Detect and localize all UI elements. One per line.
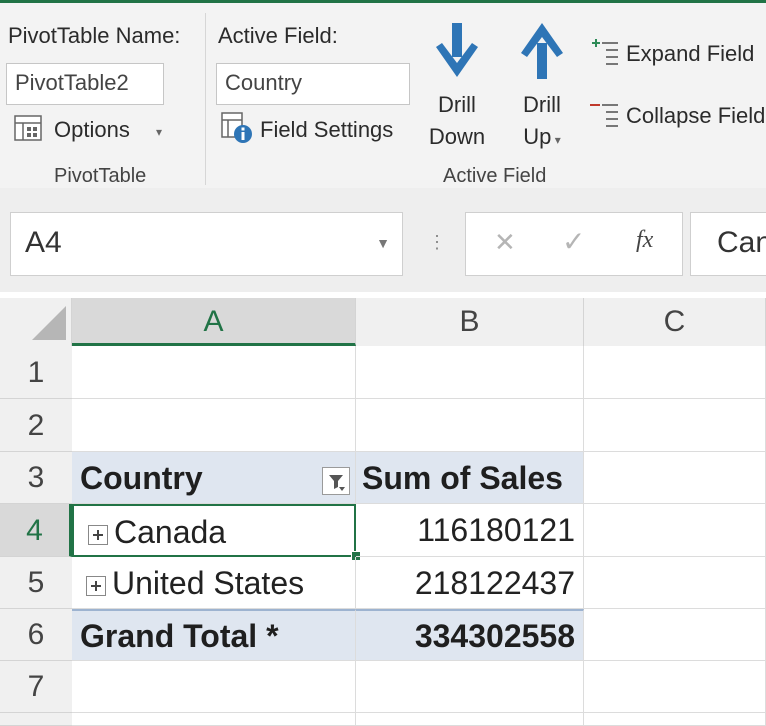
pivottable-name-label: PivotTable Name: bbox=[8, 23, 181, 48]
filter-dropdown-button[interactable] bbox=[322, 467, 350, 495]
expand-field-icon bbox=[592, 39, 618, 65]
drill-down-button[interactable]: Drill Down bbox=[420, 23, 494, 159]
grand-total-label-cell[interactable]: Grand Total * bbox=[72, 609, 356, 661]
formula-input[interactable]: Canada bbox=[690, 212, 766, 276]
arrow-up-icon bbox=[521, 23, 563, 79]
pivot-item-united-states[interactable]: United States bbox=[72, 557, 356, 609]
enter-icon[interactable]: ✓ bbox=[562, 225, 585, 258]
pivot-item-value[interactable]: 218122437 bbox=[356, 557, 584, 609]
drill-up-chevron-icon: ▾ bbox=[551, 133, 561, 147]
pivottable-name-input[interactable]: PivotTable2 bbox=[6, 63, 164, 105]
row-header-8[interactable] bbox=[0, 713, 72, 726]
column-header-a[interactable]: A bbox=[72, 298, 356, 346]
active-field-input[interactable]: Country bbox=[216, 63, 410, 105]
select-all-corner[interactable] bbox=[0, 298, 72, 346]
drill-up-line2: Up bbox=[523, 124, 552, 149]
cell-a1[interactable] bbox=[72, 346, 356, 399]
grand-total-value: 334302558 bbox=[414, 618, 575, 654]
drill-down-line2: Down bbox=[428, 124, 486, 149]
expand-plus-icon[interactable] bbox=[86, 575, 106, 596]
options-chevron-icon: ▾ bbox=[156, 125, 163, 139]
field-settings-button[interactable]: Field Settings bbox=[220, 111, 405, 149]
formula-value: Canada bbox=[717, 226, 766, 259]
row-header-2[interactable]: 2 bbox=[0, 399, 72, 452]
expand-field-button[interactable]: Expand Field bbox=[588, 35, 766, 75]
ribbon-separator bbox=[205, 13, 206, 185]
cell-b2[interactable] bbox=[356, 399, 584, 452]
cell-c2[interactable] bbox=[584, 399, 766, 452]
collapse-field-label: Collapse Field bbox=[626, 103, 766, 128]
insert-function-icon[interactable]: fx bbox=[636, 227, 653, 254]
field-settings-label: Field Settings bbox=[260, 117, 394, 142]
expand-field-label: Expand Field bbox=[626, 41, 755, 66]
pivot-item-label: Canada bbox=[114, 514, 227, 550]
cancel-icon[interactable]: ✕ bbox=[494, 227, 516, 258]
drill-up-button[interactable]: Drill Up ▾ bbox=[505, 23, 579, 159]
row-header-7[interactable]: 7 bbox=[0, 661, 72, 713]
pivot-item-value-text: 116180121 bbox=[417, 512, 575, 548]
column-header-c[interactable]: C bbox=[584, 298, 766, 346]
cell-a7[interactable] bbox=[72, 661, 356, 713]
cell-c1[interactable] bbox=[584, 346, 766, 399]
collapse-field-icon bbox=[590, 104, 618, 127]
grand-total-label: Grand Total * bbox=[80, 618, 279, 654]
drill-down-line1: Drill bbox=[438, 92, 476, 117]
pivot-item-label: United States bbox=[112, 565, 305, 601]
name-box[interactable]: A4 ▼ bbox=[10, 212, 403, 276]
formula-bar-grip-icon[interactable]: ⋮ bbox=[428, 232, 446, 256]
pivot-row-header-cell[interactable]: Country bbox=[72, 452, 356, 504]
pivot-value-header-label: Sum of Sales bbox=[362, 460, 563, 496]
cell-a2[interactable] bbox=[72, 399, 356, 452]
cell-a8[interactable] bbox=[72, 713, 356, 726]
cell-c4[interactable] bbox=[584, 504, 766, 557]
cell-b8[interactable] bbox=[356, 713, 584, 726]
ribbon: PivotTable Name: PivotTable2 Options ▾ P… bbox=[0, 0, 766, 188]
collapse-field-button[interactable]: Collapse Field bbox=[588, 97, 766, 137]
options-label: Options bbox=[54, 117, 130, 142]
arrow-down-icon bbox=[436, 23, 478, 77]
pivot-value-header-cell[interactable]: Sum of Sales bbox=[356, 452, 584, 504]
drill-up-line1: Drill bbox=[523, 92, 561, 117]
row-header-5[interactable]: 5 bbox=[0, 557, 72, 609]
grand-total-value-cell[interactable]: 334302558 bbox=[356, 609, 584, 661]
column-header-b[interactable]: B bbox=[356, 298, 584, 346]
row-header-6[interactable]: 6 bbox=[0, 609, 72, 661]
formula-buttons: ✕ ✓ fx bbox=[465, 212, 683, 276]
pivot-row-header-label: Country bbox=[80, 460, 203, 496]
drill-up-line2-wrap: Up ▾ bbox=[505, 121, 579, 156]
cell-c6[interactable] bbox=[584, 609, 766, 661]
active-field-group-label: Active Field bbox=[443, 165, 547, 187]
options-icon bbox=[14, 115, 42, 141]
cell-b1[interactable] bbox=[356, 346, 584, 399]
cell-c8[interactable] bbox=[584, 713, 766, 726]
pivot-item-value[interactable]: 116180121 bbox=[356, 504, 584, 557]
row-header-1[interactable]: 1 bbox=[0, 346, 72, 399]
filter-icon bbox=[329, 475, 345, 491]
cell-c7[interactable] bbox=[584, 661, 766, 713]
cell-b7[interactable] bbox=[356, 661, 584, 713]
field-settings-icon bbox=[221, 112, 252, 143]
pivot-item-canada[interactable]: Canada bbox=[72, 504, 356, 557]
name-box-value: A4 bbox=[25, 226, 62, 259]
row-header-3[interactable]: 3 bbox=[0, 452, 72, 504]
pivottable-group-label: PivotTable bbox=[54, 165, 147, 187]
expand-plus-icon[interactable] bbox=[88, 524, 108, 545]
pivot-item-value-text: 218122437 bbox=[414, 565, 575, 601]
active-field-label: Active Field: bbox=[218, 23, 338, 48]
options-button[interactable]: Options ▾ bbox=[14, 113, 174, 149]
cell-c3[interactable] bbox=[584, 452, 766, 504]
select-all-triangle-icon bbox=[32, 306, 66, 340]
name-box-dropdown-icon[interactable]: ▼ bbox=[376, 235, 390, 251]
row-header-4[interactable]: 4 bbox=[0, 504, 72, 557]
cell-c5[interactable] bbox=[584, 557, 766, 609]
excel-window: PivotTable Name: PivotTable2 Options ▾ P… bbox=[0, 0, 766, 726]
